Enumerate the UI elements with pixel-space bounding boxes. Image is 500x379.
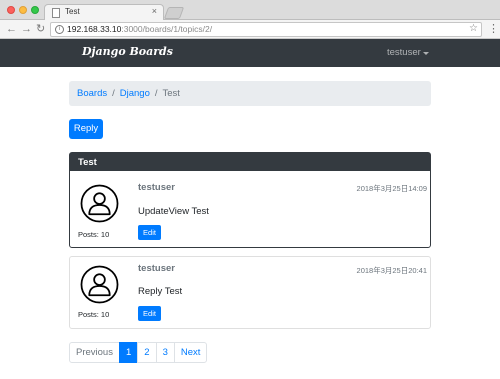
chevron-down-icon[interactable] [423, 52, 429, 55]
browser-toolbar: ← → ↻ i 192.168.33.10:3000/boards/1/topi… [0, 20, 500, 39]
back-icon[interactable]: ← [6, 22, 17, 36]
address-bar[interactable]: i 192.168.33.10:3000/boards/1/topics/2/ … [50, 22, 482, 37]
user-menu[interactable]: testuser [387, 47, 421, 58]
post-card: Test Posts: 10 testuser 2018年3月25日14:09 … [69, 152, 431, 248]
avatar-icon [80, 184, 119, 223]
pagination-page-1[interactable]: 1 [118, 342, 139, 363]
edit-button[interactable]: Edit [138, 225, 161, 240]
menu-dots-icon[interactable]: ⋮ [488, 23, 499, 35]
page-icon [52, 8, 60, 18]
reload-icon[interactable]: ↻ [36, 22, 45, 36]
pagination-page-3[interactable]: 3 [155, 342, 175, 363]
edit-button[interactable]: Edit [138, 306, 161, 321]
url-host: 192.168.33.10 [67, 24, 122, 34]
app-navbar: Django Boards testuser [0, 39, 500, 67]
brand-logo[interactable]: Django Boards [82, 45, 173, 58]
info-icon[interactable]: i [55, 25, 64, 34]
breadcrumb-item-django[interactable]: Django [120, 88, 150, 99]
close-window-button[interactable] [7, 6, 15, 14]
tab-title: Test [65, 7, 80, 16]
avatar-icon [80, 265, 119, 304]
breadcrumb-separator: / [112, 88, 115, 99]
breadcrumb-item-boards[interactable]: Boards [77, 88, 107, 99]
pagination-previous[interactable]: Previous [69, 342, 120, 363]
reply-button[interactable]: Reply [69, 119, 103, 139]
maximize-window-button[interactable] [31, 6, 39, 14]
close-tab-icon[interactable]: × [152, 6, 157, 16]
pagination: Previous 1 2 3 Next [69, 342, 208, 363]
forward-icon[interactable]: → [21, 22, 32, 36]
browser-tab[interactable]: Test × [44, 4, 164, 21]
post-message: UpdateView Test [138, 206, 209, 217]
post-timestamp: 2018年3月25日14:09 [356, 184, 427, 193]
post-header: Test [70, 153, 430, 171]
post-message: Reply Test [138, 286, 183, 297]
post-card: Posts: 10 testuser 2018年3月25日20:41 Reply… [69, 256, 431, 329]
post-count: Posts: 10 [78, 230, 110, 239]
breadcrumb-item-current: Test [162, 88, 180, 99]
minimize-window-button[interactable] [19, 6, 27, 14]
post-timestamp: 2018年3月25日20:41 [356, 266, 427, 275]
post-author: testuser [138, 182, 175, 193]
pagination-page-2[interactable]: 2 [137, 342, 157, 363]
pagination-next[interactable]: Next [173, 342, 208, 363]
url-path: :3000/boards/1/topics/2/ [121, 24, 213, 34]
post-author: testuser [138, 263, 175, 274]
new-tab-button[interactable] [163, 7, 185, 19]
browser-titlebar: Test × [0, 0, 500, 21]
star-icon[interactable]: ☆ [469, 23, 478, 34]
post-count: Posts: 10 [78, 310, 110, 319]
url-text[interactable]: 192.168.33.10:3000/boards/1/topics/2/ [67, 24, 212, 34]
breadcrumb: Boards / Django / Test [69, 81, 431, 106]
breadcrumb-separator: / [154, 88, 158, 99]
